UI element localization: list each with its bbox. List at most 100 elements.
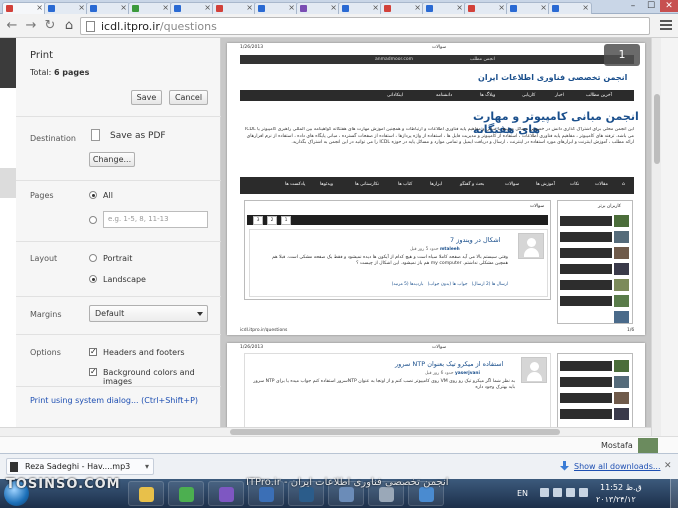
browser-tab[interactable]: × (548, 2, 592, 14)
maximize-icon[interactable]: ☐ (642, 0, 660, 12)
tray-power-icon[interactable] (579, 488, 588, 497)
background-graphics-checkbox[interactable]: ✓ (89, 368, 97, 376)
tab-favicon-icon (384, 5, 391, 12)
nav-item: ویدئوها (320, 182, 334, 187)
pages-all-label: All (103, 191, 113, 200)
tray-network-icon[interactable] (553, 488, 562, 497)
close-tab-icon[interactable]: × (288, 3, 295, 13)
close-tab-icon[interactable]: × (246, 3, 253, 13)
tray-flag-icon[interactable] (540, 488, 549, 497)
site-section-nav: ⌂ مقالات نکات آموزش ها سوالات بحث و گفتگ… (240, 177, 634, 194)
options-label: Options (30, 348, 61, 357)
landscape-radio[interactable] (89, 275, 97, 283)
browser-tab[interactable]: × (44, 2, 88, 14)
close-tab-icon[interactable]: × (78, 3, 85, 13)
change-destination-button[interactable]: Change... (89, 152, 135, 167)
forward-icon[interactable]: → (24, 19, 38, 33)
browser-tab[interactable]: × (254, 2, 298, 14)
close-tab-icon[interactable]: × (330, 3, 337, 13)
clock-date[interactable]: ۲۰۱۳/۲۴/۱۲ (596, 495, 636, 504)
close-tab-icon[interactable]: × (498, 3, 505, 13)
browser-tab[interactable]: × (506, 2, 550, 14)
headers-footers-checkbox[interactable]: ✓ (89, 348, 97, 356)
browser-tab[interactable]: × (170, 2, 214, 14)
chevron-down-icon[interactable]: ▾ (145, 462, 149, 471)
pages-label: Pages (30, 191, 54, 200)
portrait-radio[interactable] (89, 254, 97, 262)
browser-tab[interactable]: × (86, 2, 130, 14)
system-dialog-link[interactable]: Print using system dialog... (Ctrl+Shift… (30, 396, 198, 405)
user-thumb (614, 360, 629, 372)
user-row (560, 216, 612, 226)
close-tab-icon[interactable]: × (120, 3, 127, 13)
user-thumb (614, 392, 629, 404)
close-window-icon[interactable]: ✕ (660, 0, 678, 12)
vertical-scrollbar[interactable] (651, 38, 661, 436)
chrome-menu-icon[interactable] (660, 18, 672, 32)
taskbar-app-visual-studio[interactable] (208, 481, 244, 506)
scrollbar-thumb[interactable] (230, 429, 560, 435)
taskbar-app-chrome[interactable] (168, 481, 204, 506)
nav-item: مقالات (595, 182, 608, 187)
reload-icon[interactable]: ↻ (43, 19, 57, 33)
close-tab-icon[interactable]: × (540, 3, 547, 13)
save-button[interactable]: Save (131, 90, 162, 105)
pages-range-input[interactable]: e.g. 1-5, 8, 11-13 (103, 211, 208, 228)
pages-range-radio[interactable] (89, 216, 97, 224)
chevron-down-icon (197, 312, 203, 316)
browser-tab[interactable]: × (128, 2, 172, 14)
home-icon[interactable]: ⌂ (62, 19, 76, 33)
download-item[interactable]: Reza Sadeghi - Hav....mp3 ▾ (6, 458, 154, 475)
user-thumb (614, 279, 629, 291)
top-users-widget: کاربران برتر (557, 200, 633, 324)
landscape-label: Landscape (103, 275, 146, 284)
tab-favicon-icon (510, 5, 517, 12)
close-shelf-icon[interactable]: ✕ (664, 461, 672, 471)
page-header-date: 1/26/2013 (240, 345, 264, 350)
minimize-icon[interactable]: – (624, 0, 642, 12)
network-icon (379, 487, 394, 502)
background-page-edge (661, 38, 678, 436)
cancel-button[interactable]: Cancel (169, 90, 208, 105)
horizontal-scrollbar[interactable] (0, 427, 651, 436)
tray-volume-icon[interactable] (566, 488, 575, 497)
back-icon[interactable]: ← (5, 19, 19, 33)
browser-tab[interactable]: × (422, 2, 466, 14)
divider (16, 386, 221, 387)
margins-select[interactable]: Default (89, 305, 208, 322)
pages-all-radio[interactable] (89, 191, 97, 199)
close-tab-icon[interactable]: × (162, 3, 169, 13)
tab-favicon-icon (48, 5, 55, 12)
browser-tab[interactable]: × (2, 2, 46, 14)
nav-item: ابزارها (430, 182, 443, 187)
total-label: Total: (30, 68, 52, 77)
close-tab-icon[interactable]: × (414, 3, 421, 13)
scrollbar-thumb[interactable] (654, 94, 660, 164)
browser-tab[interactable]: × (296, 2, 340, 14)
address-bar[interactable]: icdl.itpro.ir/questions (80, 17, 650, 35)
background-user-name: Mostafa (601, 441, 633, 450)
top-menu-item: اینکادانی (387, 93, 403, 98)
close-tab-icon[interactable]: × (456, 3, 463, 13)
close-tab-icon[interactable]: × (582, 3, 589, 13)
close-tab-icon[interactable]: × (36, 3, 43, 13)
site-top-menu: آخرین مطالب اخبار کاریابی وبلاگ ها دانشن… (240, 90, 634, 101)
user-row (560, 377, 612, 387)
question-meta: mtaleeh حدود 5 روز قبل (410, 247, 460, 252)
browser-tab[interactable]: × (212, 2, 256, 14)
browser-tab[interactable]: × (338, 2, 382, 14)
language-indicator[interactable]: EN (517, 489, 528, 498)
url-host: icdl.itpro.ir (101, 20, 160, 33)
clock-time[interactable]: 11:52 ق.ظ (600, 483, 642, 492)
browser-tab[interactable]: × (380, 2, 424, 14)
user-thumb (614, 311, 629, 323)
mail-icon (419, 487, 434, 502)
destination-value: Save as PDF (110, 131, 166, 141)
show-all-downloads-link[interactable]: Show all downloads... (574, 462, 661, 471)
close-tab-icon[interactable]: × (372, 3, 379, 13)
close-tab-icon[interactable]: × (204, 3, 211, 13)
site-topbar-user: anmadmoor.com (375, 57, 413, 62)
browser-tab[interactable]: × (464, 2, 508, 14)
show-desktop-button[interactable] (670, 479, 678, 508)
taskbar-app-folder[interactable] (128, 481, 164, 506)
